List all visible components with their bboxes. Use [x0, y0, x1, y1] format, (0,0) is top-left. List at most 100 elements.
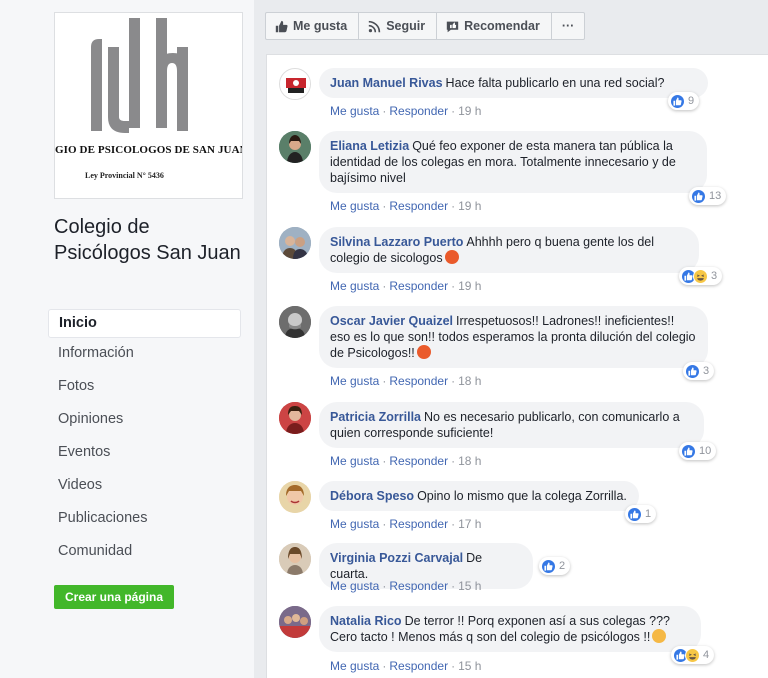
- person-avatar-icon: [279, 402, 311, 434]
- comment-reply-link[interactable]: Responder: [389, 374, 448, 388]
- recommend-label: Recomendar: [464, 19, 540, 33]
- comment-like-link[interactable]: Me gusta: [330, 579, 379, 593]
- like-reaction-icon: [670, 93, 685, 109]
- comment-text: Opino lo mismo que la colega Zorrilla.: [417, 489, 627, 503]
- nav-item-opiniones[interactable]: Opiniones: [48, 405, 241, 438]
- nav-item-publicaciones[interactable]: Publicaciones: [48, 504, 241, 537]
- recommend-button[interactable]: Recomendar: [437, 12, 552, 40]
- avatar[interactable]: [279, 306, 311, 338]
- rss-icon: [368, 20, 381, 32]
- comment-author[interactable]: Natalia Rico: [330, 614, 402, 628]
- more-options-button[interactable]: ···: [551, 12, 586, 40]
- comment-reply-link[interactable]: Responder: [389, 659, 448, 673]
- follow-button[interactable]: Seguir: [359, 12, 438, 40]
- comment-bubble: Silvina Lazzaro Puerto Ahhhh pero q buena…: [319, 227, 699, 273]
- comment-actions: Me gusta · Responder · 15 h: [330, 579, 482, 593]
- like-page-button[interactable]: Me gusta: [265, 12, 360, 40]
- comment-actions: Me gusta · Responder · 15 h: [330, 659, 482, 673]
- comment-bubble: Eliana Letizia Qué feo exponer de esta ma…: [319, 131, 707, 193]
- comment-time[interactable]: 19 h: [458, 199, 481, 213]
- comment-actions: Me gusta · Responder · 18 h: [330, 454, 482, 468]
- comment-author[interactable]: Patricia Zorrilla: [330, 410, 421, 424]
- avatar[interactable]: [279, 481, 311, 513]
- avatar[interactable]: [279, 606, 311, 638]
- reaction-count[interactable]: 10: [679, 442, 717, 460]
- avatar[interactable]: [279, 402, 311, 434]
- comment-author[interactable]: Débora Speso: [330, 489, 414, 503]
- comment-like-link[interactable]: Me gusta: [330, 279, 379, 293]
- create-page-button[interactable]: Crear una página: [54, 585, 174, 609]
- comment-time[interactable]: 15 h: [458, 659, 481, 673]
- like-page-label: Me gusta: [293, 19, 348, 33]
- reaction-number: 13: [709, 190, 722, 202]
- comment-time[interactable]: 18 h: [458, 454, 481, 468]
- comment-time[interactable]: 18 h: [458, 374, 481, 388]
- comment-time[interactable]: 19 h: [458, 104, 481, 118]
- nav-item-fotos[interactable]: Fotos: [48, 372, 241, 405]
- like-reaction-icon: [685, 363, 700, 379]
- left-sidebar: GIO DE PSICOLOGOS DE SAN JUAN Ley Provin…: [0, 0, 254, 678]
- comment-reply-link[interactable]: Responder: [389, 104, 448, 118]
- reaction-count[interactable]: 3: [683, 362, 715, 380]
- comment-like-link[interactable]: Me gusta: [330, 659, 379, 673]
- reaction-count[interactable]: 9: [668, 92, 700, 110]
- person-avatar-icon: [279, 227, 311, 259]
- nav-item-comunidad[interactable]: Comunidad: [48, 537, 241, 570]
- avatar[interactable]: [279, 68, 311, 100]
- reaction-count[interactable]: 2: [539, 557, 571, 575]
- reaction-count[interactable]: 4: [671, 646, 715, 664]
- page-title[interactable]: Colegio de Psicólogos San Juan: [54, 214, 244, 266]
- comment-time[interactable]: 19 h: [458, 279, 481, 293]
- follow-label: Seguir: [386, 19, 426, 33]
- comment-bubble: Oscar Javier Quaizel Irrespetuosos!! Ladr…: [319, 306, 708, 368]
- comment-time[interactable]: 15 h: [458, 579, 481, 593]
- reaction-count[interactable]: 1: [625, 505, 657, 523]
- haha-reaction-icon: [685, 647, 700, 663]
- angry-face-emoji-icon: [444, 250, 459, 264]
- avatar[interactable]: [279, 543, 311, 575]
- logo-name-text: GIO DE PSICOLOGOS DE SAN JUAN: [55, 144, 243, 156]
- avatar[interactable]: [279, 227, 311, 259]
- reaction-number: 9: [688, 95, 695, 107]
- comment-bubble: Patricia Zorrilla No es necesario publica…: [319, 402, 704, 448]
- comment-author[interactable]: Virginia Pozzi Carvajal: [330, 551, 463, 565]
- nav-item-videos[interactable]: Videos: [48, 471, 241, 504]
- comment-author[interactable]: Oscar Javier Quaizel: [330, 314, 453, 328]
- page-profile-picture[interactable]: GIO DE PSICOLOGOS DE SAN JUAN Ley Provin…: [54, 12, 243, 199]
- comment-reply-link[interactable]: Responder: [389, 579, 448, 593]
- nav-item-informacion[interactable]: Información: [48, 339, 241, 372]
- page-nav: Inicio Información Fotos Opiniones Event…: [48, 309, 241, 570]
- person-avatar-icon: [279, 543, 311, 575]
- comment-author[interactable]: Juan Manuel Rivas: [330, 76, 443, 90]
- comment-like-link[interactable]: Me gusta: [330, 199, 379, 213]
- comment-like-link[interactable]: Me gusta: [330, 454, 379, 468]
- reaction-number: 10: [699, 445, 712, 457]
- page-action-bar: Me gusta Seguir Recomendar ···: [265, 12, 586, 40]
- like-reaction-icon: [627, 506, 642, 522]
- comment-like-link[interactable]: Me gusta: [330, 517, 379, 531]
- reaction-number: 1: [645, 508, 652, 520]
- nav-item-eventos[interactable]: Eventos: [48, 438, 241, 471]
- comment-reply-link[interactable]: Responder: [389, 199, 448, 213]
- comment-time[interactable]: 17 h: [458, 517, 481, 531]
- reaction-number: 3: [703, 365, 710, 377]
- avatar[interactable]: [279, 131, 311, 163]
- woman-shrugging-emoji-icon: [652, 629, 667, 643]
- comment-author[interactable]: Silvina Lazzaro Puerto: [330, 235, 463, 249]
- comment-author[interactable]: Eliana Letizia: [330, 139, 409, 153]
- recommend-icon: [446, 21, 459, 32]
- comment-actions: Me gusta · Responder · 17 h: [330, 517, 482, 531]
- comment-actions: Me gusta · Responder · 19 h: [330, 279, 482, 293]
- reaction-number: 4: [703, 649, 710, 661]
- comment-text: Hace falta publicarlo en una red social?: [445, 76, 665, 90]
- comment-reply-link[interactable]: Responder: [389, 454, 448, 468]
- reaction-count[interactable]: 3: [679, 267, 723, 285]
- nav-item-inicio[interactable]: Inicio: [48, 309, 241, 338]
- reaction-count[interactable]: 13: [689, 187, 727, 205]
- comment-reply-link[interactable]: Responder: [389, 279, 448, 293]
- comment-bubble: Natalia Rico De terror !! Porq exponen as…: [319, 606, 701, 652]
- comment-reply-link[interactable]: Responder: [389, 517, 448, 531]
- thumbs-up-icon: [275, 20, 288, 32]
- comment-like-link[interactable]: Me gusta: [330, 104, 379, 118]
- comment-like-link[interactable]: Me gusta: [330, 374, 379, 388]
